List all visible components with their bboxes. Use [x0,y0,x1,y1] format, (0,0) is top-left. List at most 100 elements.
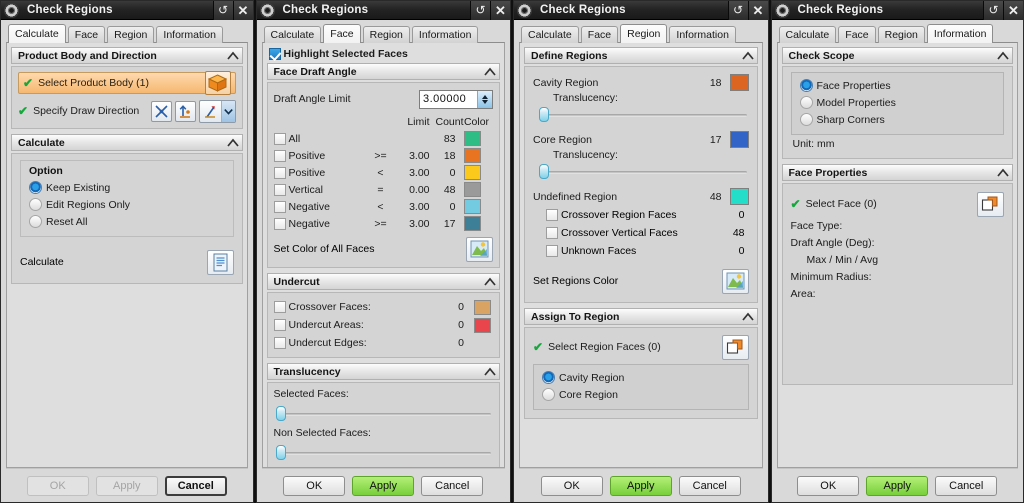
scope-option-sharp-corners[interactable]: Sharp Corners [799,111,996,128]
close-icon[interactable]: ✕ [232,0,253,20]
assign-option-cavity-region[interactable]: Cavity Region [542,369,740,386]
gear-icon[interactable] [259,2,275,18]
slider-knob[interactable] [539,164,549,179]
cavity-translucency-slider[interactable] [537,107,749,122]
restore-icon[interactable]: ↺ [727,0,748,20]
radio-icon[interactable] [542,371,555,384]
color-swatch[interactable] [729,74,749,91]
restore-icon[interactable]: ↺ [470,0,490,20]
scope-option-model-properties[interactable]: Model Properties [799,94,996,111]
chevron-up-icon[interactable] [483,275,497,289]
option-reset-all[interactable]: Reset All [29,213,225,230]
color-swatch[interactable] [464,216,481,231]
ok-button[interactable]: OK [540,475,603,496]
draw-direction-vector-icon[interactable] [200,101,221,122]
checkbox-icon[interactable] [273,337,286,349]
checkbox-icon[interactable] [268,48,281,60]
tab-calculate[interactable]: Calculate [263,26,322,43]
scope-option-face-properties[interactable]: Face Properties [799,77,996,94]
region-row-cavity[interactable]: Cavity Region 18 [533,73,749,92]
color-swatch[interactable] [473,299,491,315]
cancel-button[interactable]: Cancel [678,475,741,496]
assign-option-core-region[interactable]: Core Region [542,386,740,403]
checkbox-icon[interactable] [546,209,558,221]
option-keep-existing[interactable]: Keep Existing [29,179,225,196]
tab-region[interactable]: Region [620,24,668,43]
color-palette-icon[interactable] [466,236,493,262]
table-row[interactable]: Negative < 3.00 0 [273,198,494,215]
cancel-button[interactable]: Cancel [421,475,484,496]
color-palette-icon[interactable] [721,268,749,294]
tab-face[interactable]: Face [580,26,619,43]
ok-button[interactable]: OK [283,475,346,496]
cancel-button[interactable]: Cancel [935,475,998,496]
select-region-faces-row[interactable]: ✔ Select Region Faces (0) [533,334,749,360]
chevron-down-icon[interactable] [220,100,235,122]
group-header-define-regions[interactable]: Define Regions [524,47,758,64]
specify-draw-direction-row[interactable]: ✔ Specify Draw Direction [18,99,236,123]
checkbox-icon[interactable] [546,227,558,239]
ok-button[interactable]: OK [26,475,89,496]
checkbox-icon[interactable] [273,217,286,230]
set-color-of-all-faces-row[interactable]: Set Color of All Faces [274,236,493,262]
close-icon[interactable]: ✕ [747,0,768,20]
chevron-up-icon[interactable] [226,49,240,63]
color-swatch[interactable] [464,182,481,197]
list-item[interactable]: Crossover Faces: 0 [273,298,494,316]
table-row[interactable]: Negative >= 3.00 17 [273,215,494,232]
chevron-up-icon[interactable] [996,49,1010,63]
gear-icon[interactable] [517,2,532,18]
tab-information[interactable]: Information [156,26,223,43]
checkbox-icon[interactable] [273,301,286,313]
gear-icon[interactable] [774,2,790,18]
checkbox-icon[interactable] [273,319,286,331]
table-row[interactable]: Positive < 3.00 0 [273,164,494,181]
close-icon[interactable]: ✕ [1003,0,1023,20]
tab-face[interactable]: Face [67,26,106,43]
slider-knob[interactable] [275,445,286,460]
radio-icon[interactable] [799,79,813,92]
radio-icon[interactable] [29,215,42,228]
list-item-crossover-vertical-faces[interactable]: Crossover Vertical Faces 48 [546,224,749,242]
apply-button[interactable]: Apply [352,475,415,496]
vector-dialog-icon[interactable] [174,100,196,122]
restore-icon[interactable]: ↺ [983,0,1003,20]
spinner-icon[interactable] [477,90,492,108]
tab-region[interactable]: Region [362,26,410,43]
tab-face[interactable]: Face [323,24,361,43]
chevron-up-icon[interactable] [226,136,240,150]
draw-direction-dropdown[interactable] [198,99,236,123]
restore-icon[interactable]: ↺ [212,0,233,20]
list-item-crossover-region-faces[interactable]: Crossover Region Faces 0 [546,206,749,224]
apply-button[interactable]: Apply [95,475,158,496]
tab-calculate[interactable]: Calculate [778,26,837,43]
calculate-report-icon[interactable] [206,249,234,275]
list-item[interactable]: Undercut Areas: 0 [273,316,494,334]
cancel-button[interactable]: Cancel [164,475,227,496]
radio-icon[interactable] [799,96,813,109]
select-face-row[interactable]: ✔ Select Face (0) [791,190,1004,218]
set-regions-color-row[interactable]: Set Regions Color [533,268,749,294]
checkbox-icon[interactable] [273,166,286,179]
color-swatch[interactable] [464,165,481,180]
tab-information[interactable]: Information [411,26,479,43]
checkbox-icon[interactable] [273,200,286,213]
list-item-unknown-faces[interactable]: Unknown Faces 0 [546,242,749,260]
slider-knob[interactable] [275,406,286,421]
select-faces-icon[interactable] [977,191,1004,217]
group-header-face-draft-angle[interactable]: Face Draft Angle [266,63,500,80]
option-edit-regions-only[interactable]: Edit Regions Only [29,196,225,213]
close-icon[interactable]: ✕ [490,0,510,20]
group-header-product-body-and-direction[interactable]: Product Body and Direction [11,47,243,64]
checkbox-icon[interactable] [546,245,558,257]
select-faces-icon[interactable] [721,334,749,360]
group-header-calculate[interactable]: Calculate [11,134,243,151]
color-swatch[interactable] [464,131,481,146]
color-swatch[interactable] [729,188,749,205]
group-header-assign-to-region[interactable]: Assign To Region [524,308,758,325]
calculate-action-row[interactable]: Calculate [20,249,234,275]
chevron-up-icon[interactable] [483,365,497,379]
color-swatch[interactable] [464,148,481,163]
tab-calculate[interactable]: Calculate [8,24,66,43]
tab-face[interactable]: Face [838,26,876,43]
